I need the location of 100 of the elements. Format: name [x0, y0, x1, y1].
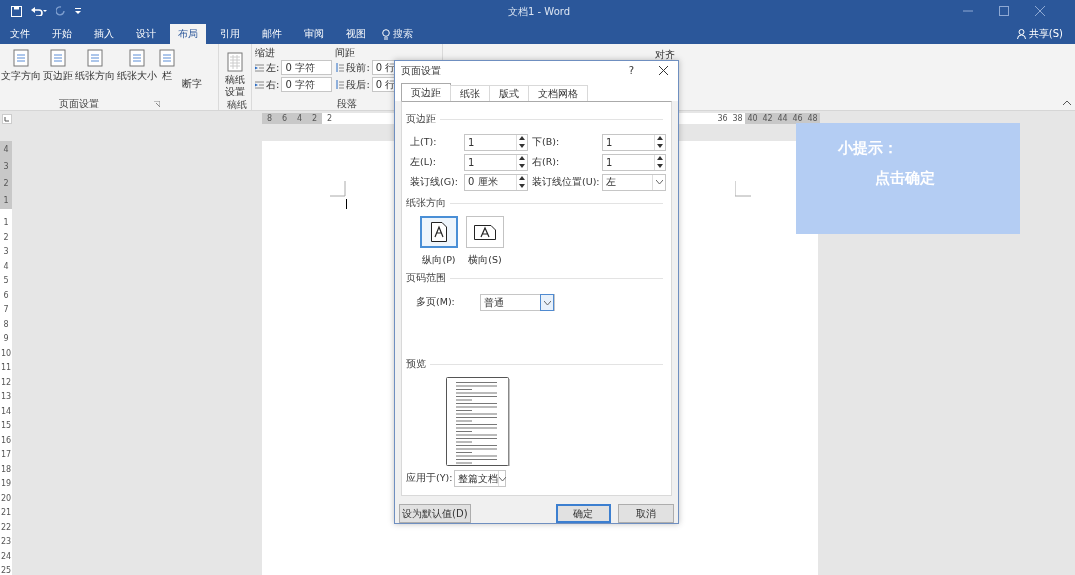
- field-label: 上(T):: [410, 135, 438, 149]
- dropdown[interactable]: 普通: [480, 294, 555, 311]
- ribbon-tab[interactable]: 插入: [86, 24, 122, 44]
- landscape-page-icon: [474, 224, 496, 240]
- chevron-down-icon: [655, 180, 663, 184]
- person-icon: [1016, 29, 1026, 39]
- field-label: 右(R):: [531, 155, 561, 169]
- document-icon: [87, 49, 103, 67]
- field-label: 多页(M):: [415, 296, 456, 309]
- document-icon: [50, 49, 66, 67]
- spin-up-icon[interactable]: [657, 156, 663, 161]
- dialog-button[interactable]: 确定: [555, 504, 612, 523]
- spin-down-icon[interactable]: [519, 143, 525, 148]
- ribbon-tab[interactable]: 开始: [44, 24, 80, 44]
- ruler-number: 36: [716, 113, 729, 124]
- dialog-title: 页面设置: [401, 63, 441, 78]
- group-title: 页面设置: [58, 96, 99, 111]
- text-cursor: [346, 199, 348, 209]
- ribbon-button[interactable]: 纸张大小: [116, 46, 158, 97]
- spin-down-icon[interactable]: [519, 163, 525, 168]
- document-icon: [129, 49, 145, 67]
- ribbon-tab[interactable]: 邮件: [254, 24, 290, 44]
- spin-down-icon[interactable]: [657, 143, 663, 148]
- maximize-icon[interactable]: [999, 6, 1009, 16]
- ruler-number: 11: [0, 364, 12, 372]
- ruler-number: 15: [0, 422, 12, 430]
- spin-down-icon[interactable]: [519, 183, 525, 188]
- section-title: 纸张方向: [406, 196, 446, 210]
- ruler-number: 40: [745, 113, 760, 124]
- ruler-number: 25: [0, 567, 12, 575]
- field-label: 下(B):: [531, 135, 561, 149]
- launcher-icon[interactable]: [153, 100, 160, 107]
- indent-label: 缩进: [255, 46, 276, 58]
- ribbon-button[interactable]: 文字方向: [0, 46, 42, 97]
- spin-field[interactable]: 1: [602, 153, 666, 171]
- group-title: 段落: [337, 96, 357, 111]
- chevron-down-icon: [543, 300, 551, 305]
- dropdown[interactable]: 整篇文档: [454, 470, 507, 487]
- ribbon-button[interactable]: 纸张方向: [74, 46, 116, 97]
- ribbon-button[interactable]: 断字: [182, 77, 202, 91]
- ribbon-tab[interactable]: 布局: [170, 24, 206, 44]
- help-button[interactable]: ?: [628, 65, 634, 76]
- dialog-button[interactable]: 取消: [618, 504, 674, 523]
- ruler-number: 19: [0, 480, 12, 488]
- dialog-button[interactable]: 设为默认值(D): [399, 504, 471, 523]
- dialog-tab[interactable]: 页边距: [401, 83, 451, 101]
- dropdown[interactable]: 左: [602, 173, 666, 191]
- ribbon-tab[interactable]: 视图: [338, 24, 374, 44]
- ruler-number: 5: [2, 277, 10, 285]
- ruler-number: 46: [790, 113, 805, 124]
- dialog-tab[interactable]: 版式: [489, 85, 529, 101]
- ruler-number: 3: [2, 162, 10, 171]
- ribbon-button[interactable]: 页边距: [42, 46, 74, 97]
- ribbon-tab[interactable]: 文件: [2, 24, 38, 44]
- ribbon-tab[interactable]: 引用: [212, 24, 248, 44]
- option-label: 横向(S): [468, 254, 502, 267]
- ruler-number: 1: [2, 196, 10, 205]
- spin-field[interactable]: 0 厘米: [464, 173, 528, 191]
- field-label: 应用于(Y):: [406, 472, 453, 485]
- field-label: 左(L):: [410, 155, 437, 169]
- spin-field[interactable]: 1: [602, 133, 666, 151]
- spin-up-icon[interactable]: [519, 156, 525, 161]
- ruler-number: 10: [0, 349, 12, 358]
- close-icon[interactable]: [659, 66, 668, 75]
- align-button[interactable]: 对齐: [655, 46, 675, 62]
- ribbon-tab[interactable]: 设计: [128, 24, 164, 44]
- spin-down-icon[interactable]: [657, 163, 663, 168]
- search-button[interactable]: 搜索: [382, 24, 413, 44]
- ribbon-button[interactable]: 栏: [158, 46, 176, 97]
- ruler-number: 8: [2, 320, 10, 329]
- ribbon-button[interactable]: 稿纸设置: [223, 46, 247, 98]
- spacing-label: 间距: [335, 46, 357, 58]
- margin-corner-mark: [330, 181, 346, 197]
- spin-field[interactable]: 1: [464, 133, 528, 151]
- redo-icon[interactable]: [56, 6, 66, 16]
- dialog-tab[interactable]: 纸张: [450, 85, 490, 101]
- ruler-number: 18: [0, 465, 12, 474]
- ruler-number: 2: [325, 113, 334, 124]
- document-icon: [13, 49, 29, 67]
- spin-field[interactable]: 1: [464, 153, 528, 171]
- ruler-number: 42: [760, 113, 775, 124]
- save-icon[interactable]: [11, 5, 22, 17]
- dialog-tab[interactable]: 文档网格: [528, 85, 588, 101]
- option-label: 纵向(P): [422, 254, 456, 267]
- ruler-number: 14: [0, 407, 12, 416]
- customize-icon[interactable]: [75, 8, 81, 14]
- share-button[interactable]: 共享(S): [1016, 24, 1063, 44]
- spin-up-icon[interactable]: [519, 176, 525, 181]
- hint-title: 小提示：: [838, 139, 899, 158]
- field-label: 左:: [266, 60, 280, 75]
- collapse-ribbon-icon[interactable]: [1063, 100, 1071, 105]
- field-label: 段前:: [346, 60, 370, 75]
- spin-field[interactable]: 0 字符: [281, 60, 333, 75]
- ribbon-tab[interactable]: 审阅: [296, 24, 332, 44]
- undo-icon[interactable]: [31, 6, 47, 16]
- ruler-number: 4: [292, 113, 307, 124]
- spin-field[interactable]: 0 字符: [281, 77, 333, 92]
- ruler-number: 4: [2, 145, 10, 154]
- orientation-button[interactable]: [420, 216, 458, 248]
- orientation-button[interactable]: [466, 216, 504, 248]
